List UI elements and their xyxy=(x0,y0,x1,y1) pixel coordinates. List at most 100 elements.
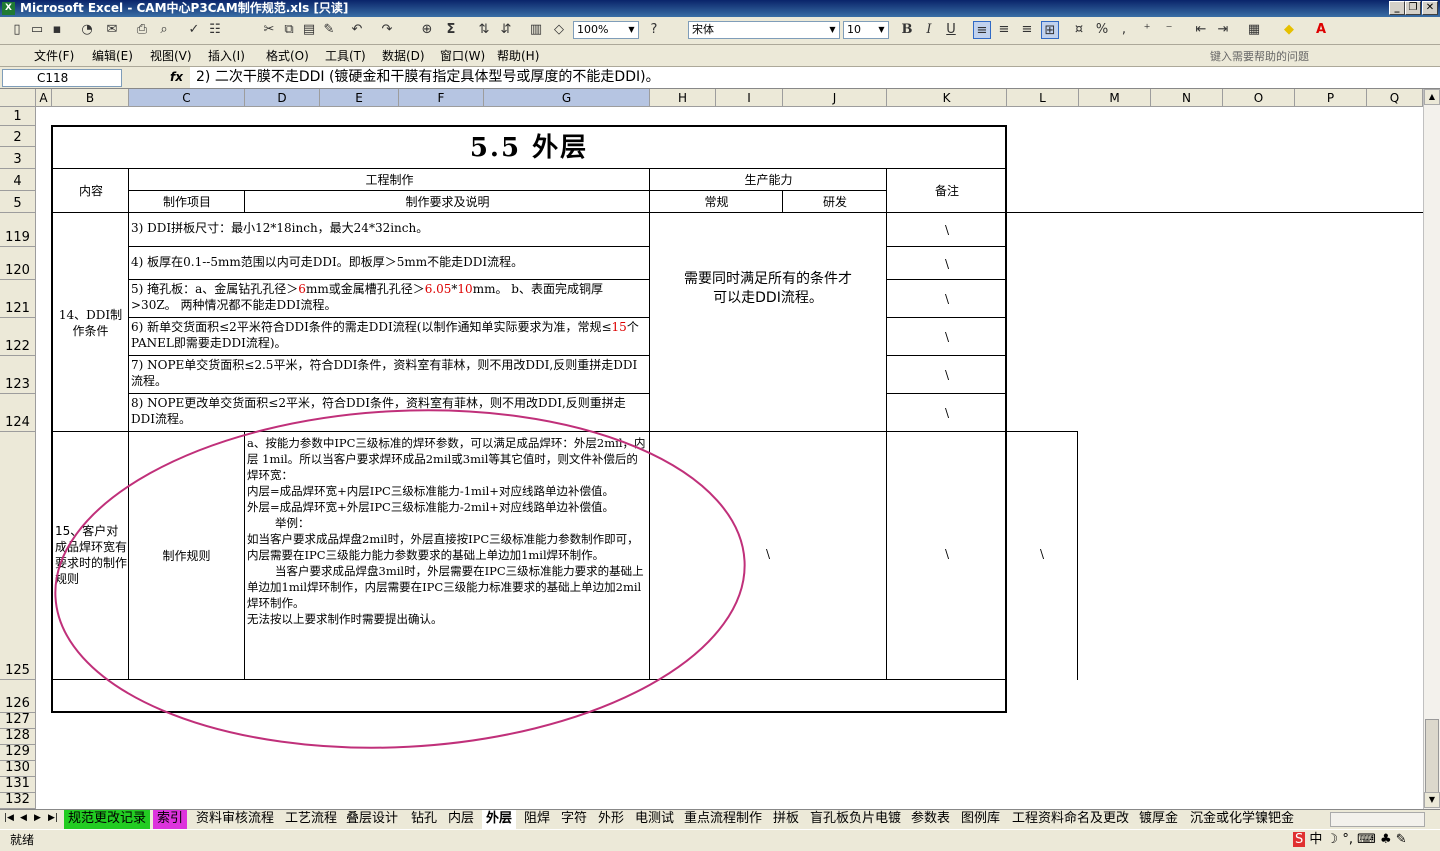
print-preview-icon[interactable]: ⌕ xyxy=(155,21,173,39)
ddi-capability[interactable]: 需要同时满足所有的条件才可以走DDI流程。 xyxy=(680,269,856,309)
header-rd[interactable]: 研发 xyxy=(783,191,887,213)
ring-note[interactable]: \ xyxy=(887,539,1007,569)
tab-e-test[interactable]: 电测试 xyxy=(631,810,678,829)
column-header[interactable]: F xyxy=(399,89,484,107)
ddi-requirement[interactable]: 8) NOPE更改单交货面积≤2平米，符合DDI条件，资料室有菲林，则不用改DD… xyxy=(131,395,647,427)
column-header[interactable]: M xyxy=(1079,89,1151,107)
header-requirement[interactable]: 制作要求及说明 xyxy=(245,191,650,213)
worksheet-grid[interactable]: A B C D E F G H I J K L M N O P Q 1 2 3 … xyxy=(0,89,1423,809)
row-header[interactable]: 2 xyxy=(0,126,36,147)
research-icon[interactable]: ☷ xyxy=(206,21,224,39)
column-header[interactable]: L xyxy=(1007,89,1079,107)
decrease-decimal-icon[interactable]: ⁻ xyxy=(1160,21,1178,39)
ddi-requirement[interactable]: 3) DDI拼板尺寸：最小12*18inch，最大24*32inch。 xyxy=(131,220,647,236)
ddi-category[interactable]: 14、DDI制作条件 xyxy=(53,213,128,432)
next-sheet-icon[interactable]: ▶ xyxy=(34,813,41,823)
column-header[interactable]: H xyxy=(650,89,716,107)
tab-key-process[interactable]: 重点流程制作 xyxy=(680,810,766,829)
tab-index[interactable]: 索引 xyxy=(153,810,188,829)
row-header[interactable]: 126 xyxy=(0,680,36,713)
sheet-title[interactable]: 5.5 外层 xyxy=(53,127,1005,169)
print-icon[interactable]: ⎙ xyxy=(133,21,151,39)
bold-icon[interactable]: B xyxy=(898,21,916,39)
align-right-icon[interactable]: ≡ xyxy=(1018,21,1036,39)
tab-enig[interactable]: 沉金或化学镍钯金 xyxy=(1186,810,1298,829)
name-box[interactable]: C118 xyxy=(2,69,122,87)
ddi-requirement[interactable]: 7) NOPE单交货面积≤2.5平米，符合DDI条件，资料室有菲林，则不用改DD… xyxy=(131,357,647,389)
row-header[interactable]: 4 xyxy=(0,169,36,191)
tab-drilling[interactable]: 钻孔 xyxy=(407,810,441,829)
ddi-requirement[interactable]: 5) 掩孔板：a、金属钻孔孔径＞6mm或金属槽孔孔径＞6.05*10mm。 b、… xyxy=(131,281,647,313)
percent-icon[interactable]: % xyxy=(1093,21,1111,39)
column-header[interactable]: Q xyxy=(1367,89,1423,107)
row-header[interactable]: 119 xyxy=(0,213,36,247)
align-left-icon[interactable]: ≡ xyxy=(973,21,991,39)
scroll-up-icon[interactable]: ▲ xyxy=(1424,89,1440,105)
horizontal-scrollbar[interactable] xyxy=(1330,812,1425,827)
copy-icon[interactable]: ⧉ xyxy=(280,21,298,39)
tab-change-log[interactable]: 规范更改记录 xyxy=(64,810,151,829)
restore-button[interactable]: ❐ xyxy=(1405,1,1421,15)
sort-ascending-icon[interactable]: ⇅ xyxy=(475,21,493,39)
header-capability[interactable]: 生产能力 xyxy=(650,169,887,191)
column-header[interactable]: A xyxy=(36,89,52,107)
column-header[interactable]: O xyxy=(1223,89,1295,107)
tab-blind-via[interactable]: 盲孔板负片电镀 xyxy=(806,810,905,829)
row-header[interactable]: 121 xyxy=(0,280,36,318)
decrease-indent-icon[interactable]: ⇤ xyxy=(1192,21,1210,39)
first-sheet-icon[interactable]: |◀ xyxy=(4,813,14,823)
tab-stackup[interactable]: 叠层设计 xyxy=(342,810,402,829)
column-header[interactable]: N xyxy=(1151,89,1223,107)
permission-icon[interactable]: ◔ xyxy=(78,21,96,39)
menu-file[interactable]: 文件(F) xyxy=(34,48,74,64)
ime-toolbar[interactable]: S 中 ☽ °, ⌨ ♣ ✎ xyxy=(1293,830,1407,850)
menu-tools[interactable]: 工具(T) xyxy=(325,48,366,64)
menu-view[interactable]: 视图(V) xyxy=(150,48,192,64)
row-header[interactable]: 3 xyxy=(0,147,36,169)
increase-decimal-icon[interactable]: ⁺ xyxy=(1138,21,1156,39)
chart-wizard-icon[interactable]: ▥ xyxy=(527,21,545,39)
column-header[interactable]: K xyxy=(887,89,1007,107)
header-content[interactable]: 内容 xyxy=(53,169,129,213)
row-header[interactable]: 5 xyxy=(0,191,36,213)
ddi-note[interactable]: \ xyxy=(887,213,1007,247)
borders-icon[interactable]: ▦ xyxy=(1245,21,1263,39)
ddi-requirement[interactable]: 4) 板厚在0.1--5mm范围以内可走DDI。即板厚＞5mm不能走DDI流程。 xyxy=(131,254,647,270)
column-header[interactable]: C xyxy=(129,89,245,107)
comma-icon[interactable]: , xyxy=(1115,21,1133,39)
ddi-requirement[interactable]: 6) 新单交货面积≤2平米符合DDI条件的需走DDI流程(以制作通知单实际要求为… xyxy=(131,319,647,351)
tab-outer-layer[interactable]: 外层 xyxy=(482,810,517,829)
ring-capability[interactable]: \ xyxy=(716,539,820,569)
row-header[interactable]: 124 xyxy=(0,394,36,432)
currency-icon[interactable]: ¤ xyxy=(1070,21,1088,39)
fx-icon[interactable]: fx xyxy=(170,70,183,84)
paste-icon[interactable]: ▤ xyxy=(300,21,318,39)
menu-format[interactable]: 格式(O) xyxy=(266,48,309,64)
tab-legend-lib[interactable]: 图例库 xyxy=(957,810,1004,829)
formula-input[interactable]: 2) 二次干膜不走DDI (镀硬金和干膜有指定具体型号或厚度的不能走DDI)。 xyxy=(190,67,1440,88)
hyperlink-icon[interactable]: ⊕ xyxy=(418,21,436,39)
tab-process-flow[interactable]: 工艺流程 xyxy=(281,810,341,829)
help-search-input[interactable]: 键入需要帮助的问题 xyxy=(1210,48,1385,64)
open-icon[interactable]: ▭ xyxy=(28,21,46,39)
italic-icon[interactable]: I xyxy=(920,21,938,39)
row-header[interactable]: 123 xyxy=(0,356,36,394)
scroll-thumb[interactable] xyxy=(1425,719,1439,793)
sort-descending-icon[interactable]: ⇵ xyxy=(497,21,515,39)
ddi-note[interactable]: \ xyxy=(887,280,1007,318)
scroll-down-icon[interactable]: ▼ xyxy=(1424,792,1440,808)
merge-center-icon[interactable]: ⊞ xyxy=(1041,21,1059,39)
zoom-select[interactable]: 100% ▼ xyxy=(573,21,639,39)
menu-help[interactable]: 帮助(H) xyxy=(497,48,539,64)
column-header[interactable]: E xyxy=(320,89,399,107)
column-header[interactable]: P xyxy=(1295,89,1367,107)
header-normal[interactable]: 常规 xyxy=(650,191,783,213)
menu-window[interactable]: 窗口(W) xyxy=(440,48,485,64)
row-header[interactable]: 127 xyxy=(0,712,36,729)
help-icon[interactable]: ? xyxy=(645,21,663,39)
row-header[interactable]: 120 xyxy=(0,247,36,280)
autosum-icon[interactable]: Σ xyxy=(442,21,460,39)
tab-outline[interactable]: 外形 xyxy=(594,810,628,829)
row-header[interactable]: 130 xyxy=(0,760,36,777)
ring-category[interactable]: 15、客户对成品焊环宽有要求时的制作规则 xyxy=(55,523,127,587)
